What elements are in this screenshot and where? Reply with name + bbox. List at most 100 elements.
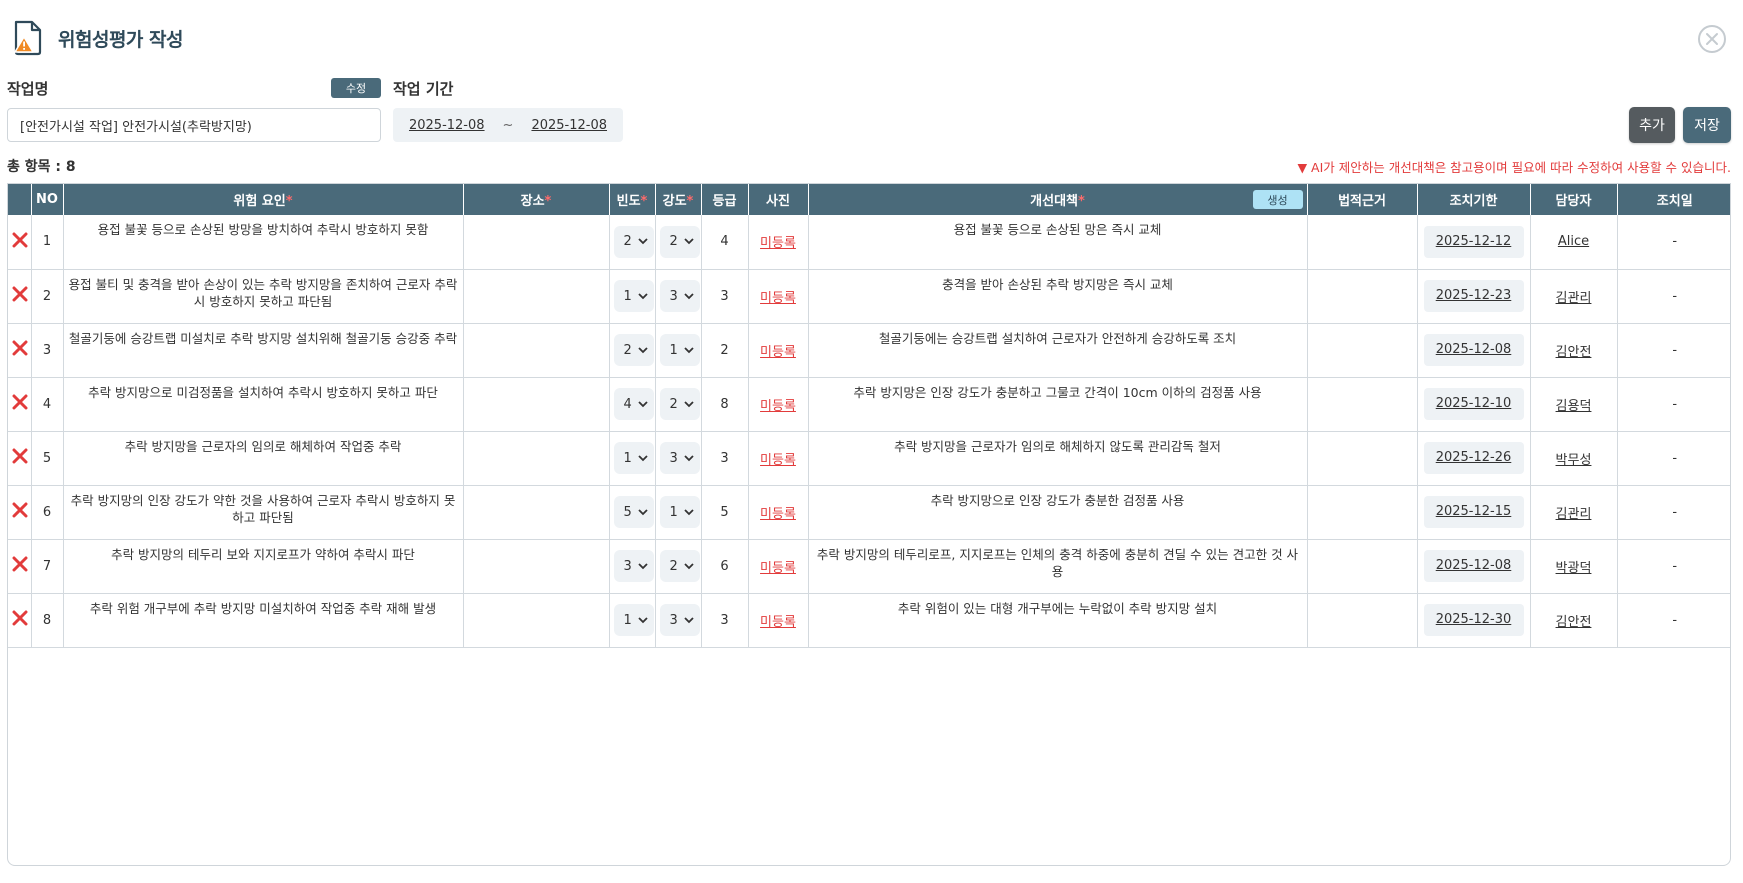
photo-register-link[interactable]: 미등록: [760, 345, 796, 360]
delete-x-icon[interactable]: [12, 556, 28, 572]
legal-cell[interactable]: [1307, 323, 1418, 378]
generate-button[interactable]: 생성: [1252, 190, 1303, 209]
place-cell[interactable]: [463, 431, 610, 486]
owner-link[interactable]: 박광덕: [1556, 561, 1592, 576]
owner-link[interactable]: 김안전: [1556, 345, 1592, 360]
measure-text[interactable]: 추락 방지망을 근로자가 임의로 해체하지 않도록 관리감독 철저: [808, 431, 1308, 486]
delete-x-icon[interactable]: [12, 448, 28, 464]
measure-text[interactable]: 추락 방지망으로 인장 강도가 충분한 검정품 사용: [808, 485, 1308, 540]
legal-cell[interactable]: [1307, 539, 1418, 594]
deadline-date[interactable]: 2025-12-23: [1423, 280, 1524, 312]
photo-register-link[interactable]: 미등록: [760, 615, 796, 630]
place-cell[interactable]: [463, 269, 610, 324]
measure-text[interactable]: 추락 방지망의 테두리로프, 지지로프는 인체의 충격 하중에 충분히 견딜 수…: [808, 539, 1308, 594]
legal-cell[interactable]: [1307, 215, 1418, 270]
deadline-date[interactable]: 2025-12-10: [1423, 388, 1524, 420]
severity-select[interactable]: 3: [659, 442, 700, 474]
chevron-down-icon: [683, 346, 694, 353]
photo-register-link[interactable]: 미등록: [760, 291, 796, 306]
photo-register-link[interactable]: 미등록: [760, 561, 796, 576]
owner-link[interactable]: 김관리: [1556, 507, 1592, 522]
place-cell[interactable]: [463, 539, 610, 594]
frequency-select[interactable]: 1: [613, 604, 654, 636]
hazard-text[interactable]: 철골기둥에 승강트랩 미설치로 추락 방지망 설치위해 철골기둥 승강중 추락: [63, 323, 464, 378]
place-cell[interactable]: [463, 485, 610, 540]
hazard-text[interactable]: 추락 위험 개구부에 추락 방지망 미설치하여 작업중 추락 재해 발생: [63, 593, 464, 648]
save-button[interactable]: 저장: [1683, 107, 1731, 143]
frequency-select[interactable]: 5: [613, 496, 654, 528]
legal-cell[interactable]: [1307, 269, 1418, 324]
owner-link[interactable]: 박무성: [1556, 453, 1592, 468]
grade-cell: 5: [701, 485, 749, 540]
delete-x-icon[interactable]: [12, 610, 28, 626]
delete-cell: [8, 539, 32, 594]
deadline-date[interactable]: 2025-12-12: [1423, 225, 1524, 258]
edit-button[interactable]: 수정: [331, 78, 381, 98]
delete-x-icon[interactable]: [12, 502, 28, 518]
period-start-date[interactable]: 2025-12-08: [409, 118, 485, 133]
grade-cell: 4: [701, 215, 749, 270]
owner-link[interactable]: 김관리: [1556, 291, 1592, 306]
chevron-down-icon: [683, 454, 694, 461]
photo-register-link[interactable]: 미등록: [760, 399, 796, 414]
severity-select[interactable]: 3: [659, 280, 700, 312]
hazard-text[interactable]: 추락 방지망으로 미검정품을 설치하여 추락시 방호하지 못하고 파단: [63, 377, 464, 432]
hazard-text[interactable]: 추락 방지망을 근로자의 임의로 해체하여 작업중 추락: [63, 431, 464, 486]
owner-link[interactable]: Alice: [1558, 234, 1589, 249]
place-cell[interactable]: [463, 323, 610, 378]
place-cell[interactable]: [463, 593, 610, 648]
measure-text[interactable]: 충격을 받아 손상된 추락 방지망은 즉시 교체: [808, 269, 1308, 324]
col-grade: 등급: [701, 184, 749, 215]
frequency-value: 1: [623, 612, 632, 628]
frequency-select[interactable]: 4: [613, 388, 654, 420]
severity-select[interactable]: 1: [659, 334, 700, 366]
legal-cell[interactable]: [1307, 593, 1418, 648]
measure-text[interactable]: 용접 불꽃 등으로 손상된 망은 즉시 교체: [808, 215, 1308, 270]
frequency-value: 3: [623, 558, 632, 574]
frequency-select[interactable]: 1: [613, 280, 654, 312]
delete-x-icon[interactable]: [12, 394, 28, 410]
deadline-date[interactable]: 2025-12-30: [1423, 604, 1524, 636]
owner-link[interactable]: 김안전: [1556, 615, 1592, 630]
hazard-text[interactable]: 용접 불꽃 등으로 손상된 방망을 방치하여 추락시 방호하지 못함: [63, 215, 464, 270]
delete-x-icon[interactable]: [12, 340, 28, 356]
photo-register-link[interactable]: 미등록: [760, 236, 796, 251]
frequency-select[interactable]: 2: [613, 334, 654, 366]
deadline-date[interactable]: 2025-12-26: [1423, 442, 1524, 474]
owner-link[interactable]: 김용덕: [1556, 399, 1592, 414]
period-end-date[interactable]: 2025-12-08: [531, 118, 607, 133]
deadline-date[interactable]: 2025-12-08: [1423, 334, 1524, 366]
measure-text[interactable]: 추락 방지망은 인장 강도가 충분하고 그물코 간격이 10cm 이하의 검정품…: [808, 377, 1308, 432]
measure-text[interactable]: 추락 위험이 있는 대형 개구부에는 누락없이 추락 방지망 설치: [808, 593, 1308, 648]
legal-cell[interactable]: [1307, 485, 1418, 540]
photo-register-link[interactable]: 미등록: [760, 453, 796, 468]
frequency-select[interactable]: 2: [613, 225, 654, 258]
severity-select[interactable]: 2: [659, 550, 700, 582]
deadline-date[interactable]: 2025-12-15: [1423, 496, 1524, 528]
photo-cell: 미등록: [748, 539, 809, 594]
delete-x-icon[interactable]: [12, 232, 28, 248]
legal-cell[interactable]: [1307, 431, 1418, 486]
frequency-select[interactable]: 1: [613, 442, 654, 474]
modal-header: 위험성평가 작성: [12, 20, 183, 56]
severity-select[interactable]: 1: [659, 496, 700, 528]
chevron-down-icon: [637, 562, 648, 569]
severity-select[interactable]: 2: [659, 225, 700, 258]
hazard-text[interactable]: 용접 불티 및 충격을 받아 손상이 있는 추락 방지망을 존치하여 근로자 추…: [63, 269, 464, 324]
job-name-input[interactable]: [7, 108, 381, 142]
severity-select[interactable]: 2: [659, 388, 700, 420]
frequency-select[interactable]: 3: [613, 550, 654, 582]
photo-register-link[interactable]: 미등록: [760, 507, 796, 522]
delete-x-icon[interactable]: [12, 286, 28, 302]
add-button[interactable]: 추가: [1629, 107, 1675, 143]
deadline-date[interactable]: 2025-12-08: [1423, 550, 1524, 582]
hazard-text[interactable]: 추락 방지망의 인장 강도가 약한 것을 사용하여 근로자 추락시 방호하지 못…: [63, 485, 464, 540]
measure-text[interactable]: 철골기둥에는 승강트랩 설치하여 근로자가 안전하게 승강하도록 조치: [808, 323, 1308, 378]
hazard-text[interactable]: 추락 방지망의 테두리 보와 지지로프가 약하여 추락시 파단: [63, 539, 464, 594]
close-icon[interactable]: [1697, 24, 1727, 54]
place-cell[interactable]: [463, 377, 610, 432]
severity-select[interactable]: 3: [659, 604, 700, 636]
place-cell[interactable]: [463, 215, 610, 270]
legal-cell[interactable]: [1307, 377, 1418, 432]
deadline-cell: 2025-12-08: [1417, 323, 1531, 378]
